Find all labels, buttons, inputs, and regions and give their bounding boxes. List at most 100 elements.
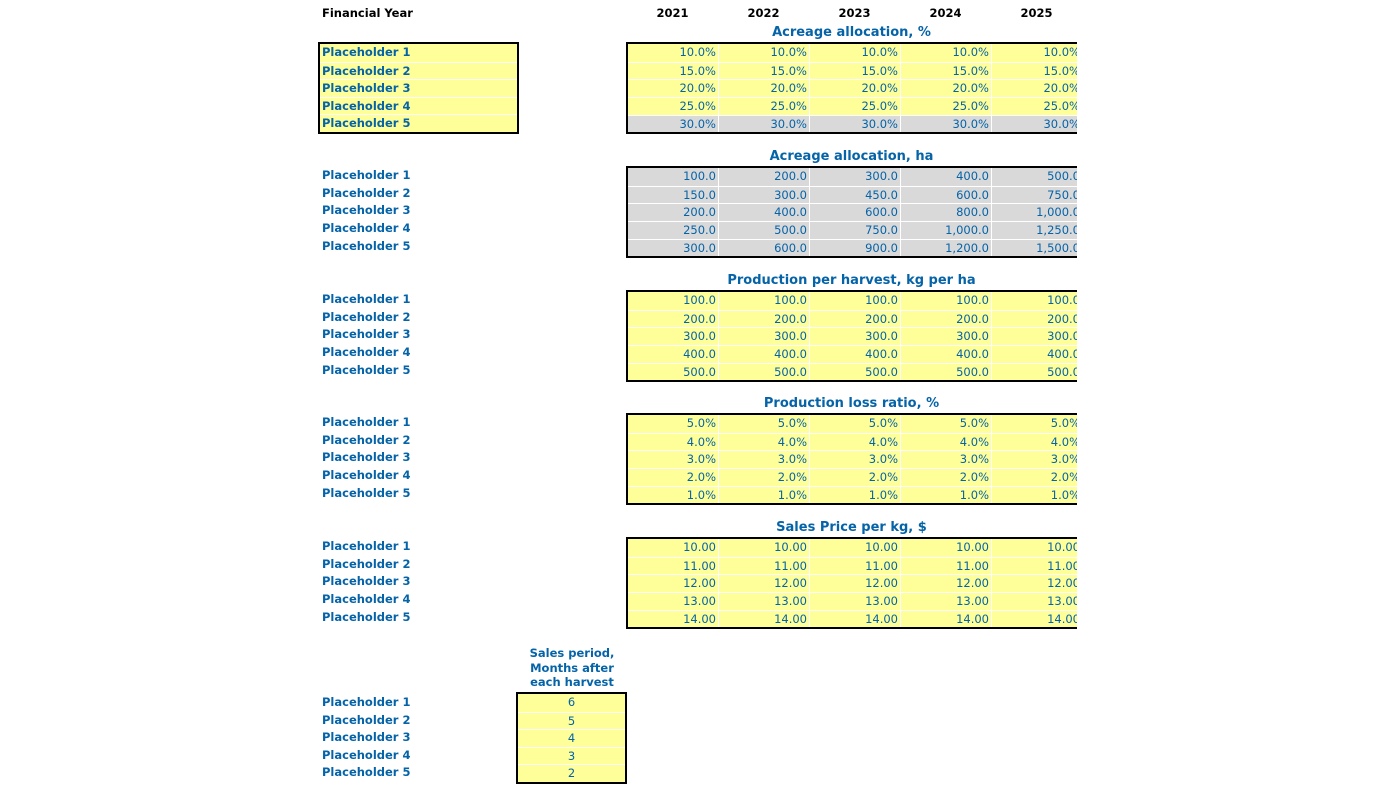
table-cell[interactable]: 12.00 [628,575,719,593]
table-cell[interactable]: 3.0% [810,451,901,469]
table-cell[interactable]: 500.0 [628,363,719,381]
table-cell[interactable]: 4.0% [628,433,719,451]
table-cell[interactable]: 4.0% [901,433,992,451]
table-cell[interactable]: 1.0% [810,486,901,504]
table-cell[interactable]: 12.00 [810,575,901,593]
sales-period-cell[interactable]: 4 [518,729,625,747]
table-cell[interactable]: 5.0% [719,415,810,433]
table-cell[interactable]: 11.00 [810,557,901,575]
table-cell[interactable]: 10.00 [901,539,992,557]
table-cell[interactable]: 100.0 [810,292,901,310]
table-cell[interactable]: 13.00 [992,593,1077,610]
table-cell[interactable]: 200.0 [901,310,992,328]
table-cell[interactable]: 20.0% [992,80,1077,97]
table-cell[interactable]: 10.0% [992,44,1077,62]
table-cell[interactable]: 2.0% [719,469,810,486]
table-cell[interactable]: 200.0 [628,310,719,328]
table-cell[interactable]: 13.00 [810,593,901,610]
table-cell[interactable]: 20.0% [628,80,719,98]
table-cell[interactable]: 5.0% [901,415,992,433]
table-cell[interactable]: 2.0% [992,469,1077,486]
table-cell[interactable]: 10.0% [628,44,719,62]
table-cell[interactable]: 1.0% [992,487,1077,504]
table-cell[interactable]: 10.00 [628,539,719,557]
table-cell[interactable]: 5.0% [992,415,1077,433]
table-cell[interactable]: 12.00 [719,575,810,593]
table-cell[interactable]: 10.0% [810,44,901,62]
table-cell[interactable]: 20.0% [901,80,992,98]
table-cell[interactable]: 10.00 [719,539,810,557]
table-cell[interactable]: 25.0% [628,98,719,115]
table-cell[interactable]: 20.0% [719,80,810,98]
table-cell[interactable]: 15.0% [810,62,901,80]
table-cell[interactable]: 200.0 [810,310,901,328]
table-cell[interactable]: 13.00 [901,593,992,610]
table-cell[interactable]: 10.0% [719,44,810,62]
product-name-input[interactable]: Placeholder 3 [320,79,517,97]
table-cell[interactable]: 12.00 [992,575,1077,592]
sales-period-cell[interactable]: 5 [518,711,625,730]
table-cell[interactable]: 14.00 [719,610,810,628]
table-cell[interactable]: 100.0 [628,292,719,310]
table-cell[interactable]: 15.0% [992,63,1077,80]
table-cell[interactable]: 5.0% [628,415,719,433]
product-name-input[interactable]: Placeholder 5 [320,114,517,132]
table-cell[interactable]: 300.0 [628,328,719,346]
table-cell[interactable]: 3.0% [719,451,810,469]
table-cell[interactable]: 2.0% [810,469,901,486]
sales-period-cell[interactable]: 3 [518,746,625,765]
table-cell[interactable]: 3.0% [901,451,992,469]
table-cell[interactable]: 3.0% [628,451,719,469]
table-cell[interactable]: 10.00 [810,539,901,557]
table-cell[interactable]: 4.0% [810,433,901,451]
table-cell[interactable]: 4.0% [992,434,1077,451]
table-cell[interactable]: 400.0 [719,346,810,363]
table-cell[interactable]: 300.0 [810,328,901,346]
table-cell[interactable]: 300.0 [992,328,1077,345]
table-cell[interactable]: 25.0% [901,98,992,115]
table-cell[interactable]: 12.00 [901,575,992,593]
table-cell[interactable]: 500.0 [719,363,810,381]
product-name-input[interactable]: Placeholder 1 [320,44,517,62]
table-cell[interactable]: 10.0% [901,44,992,62]
table-cell[interactable]: 14.00 [810,610,901,628]
table-cell[interactable]: 5.0% [810,415,901,433]
table-cell[interactable]: 13.00 [719,593,810,610]
table-cell[interactable]: 10.00 [992,539,1077,557]
table-cell[interactable]: 14.00 [901,610,992,628]
table-cell[interactable]: 25.0% [719,98,810,115]
table-cell[interactable]: 15.0% [628,62,719,80]
table-cell[interactable]: 1.0% [901,486,992,504]
table-cell[interactable]: 25.0% [810,98,901,115]
table-cell[interactable]: 3.0% [992,451,1077,468]
table-cell[interactable]: 300.0 [719,328,810,346]
table-cell[interactable]: 20.0% [810,80,901,98]
table-cell[interactable]: 15.0% [719,62,810,80]
table-cell[interactable]: 13.00 [628,593,719,610]
table-cell[interactable]: 25.0% [992,98,1077,115]
table-cell[interactable]: 400.0 [628,346,719,363]
table-cell[interactable]: 14.00 [628,610,719,628]
table-cell[interactable]: 300.0 [901,328,992,346]
product-name-input[interactable]: Placeholder 2 [320,61,517,80]
table-cell[interactable]: 400.0 [901,346,992,363]
table-cell[interactable]: 4.0% [719,433,810,451]
table-cell[interactable]: 100.0 [901,292,992,310]
table-cell[interactable]: 11.00 [901,557,992,575]
table-cell[interactable]: 1.0% [719,486,810,504]
table-cell[interactable]: 11.00 [628,557,719,575]
table-cell[interactable]: 200.0 [719,310,810,328]
table-cell[interactable]: 400.0 [810,346,901,363]
table-cell[interactable]: 500.0 [810,363,901,381]
sales-period-cell[interactable]: 2 [518,764,625,782]
table-cell[interactable]: 11.00 [992,558,1077,575]
table-cell[interactable]: 2.0% [901,469,992,486]
table-cell[interactable]: 500.0 [901,363,992,381]
table-cell[interactable]: 200.0 [992,311,1077,328]
table-cell[interactable]: 1.0% [628,486,719,504]
table-cell[interactable]: 500.0 [992,364,1077,381]
table-cell[interactable]: 400.0 [992,346,1077,363]
table-cell[interactable]: 14.00 [992,611,1077,628]
product-name-input[interactable]: Placeholder 4 [320,96,517,115]
table-cell[interactable]: 15.0% [901,62,992,80]
